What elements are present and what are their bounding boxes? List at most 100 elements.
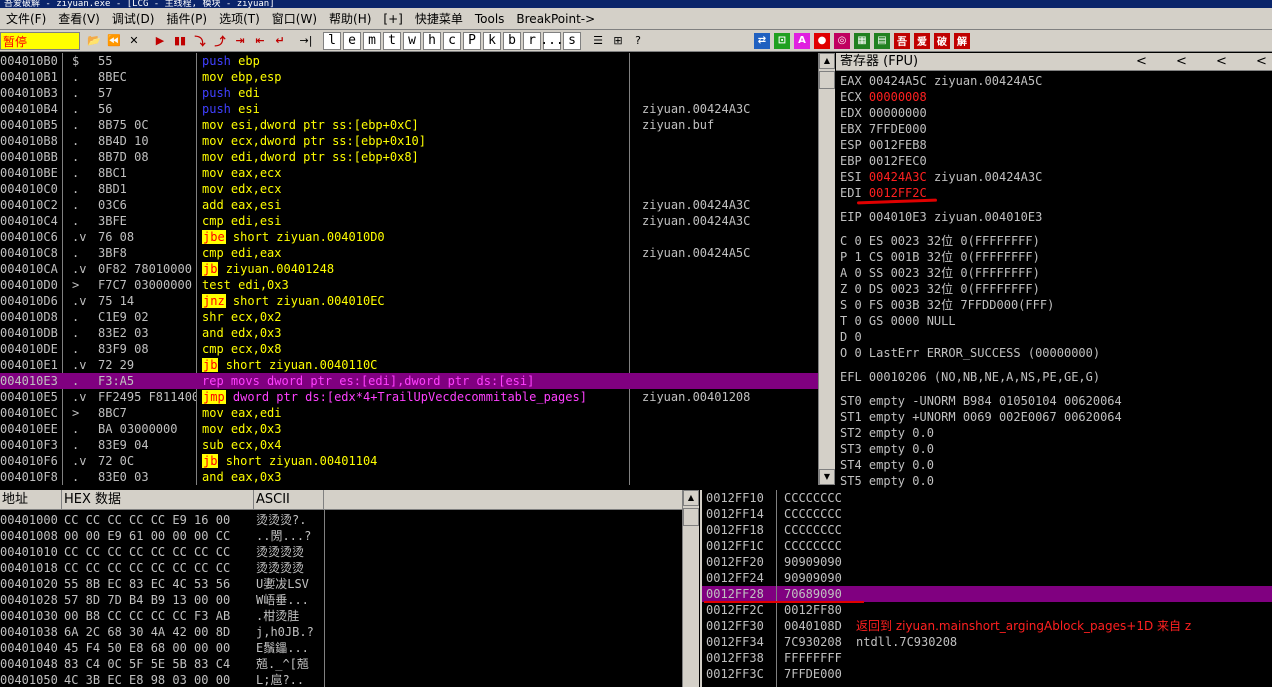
fpu-register-row[interactable]: ST4 empty 0.0	[840, 457, 934, 473]
stack-row[interactable]: 0012FF28 70689090	[702, 586, 1272, 602]
pause-icon[interactable]: ▮▮	[171, 31, 189, 50]
dump-col-hex[interactable]: HEX 数据	[62, 490, 254, 510]
hex-dump-pane[interactable]: 地址 HEX 数据 ASCII 00401000 CC CC CC CC CC E…	[0, 490, 698, 687]
scroll-up-icon[interactable]: ▲	[683, 490, 699, 506]
register-eax[interactable]: EAX 00424A5C ziyuan.00424A5C	[840, 73, 1042, 89]
register-value[interactable]: 0012FF2C	[869, 186, 927, 200]
dump-row[interactable]: 00401020 55 8B EC 83 EC 4C 53 56 U嬱冹LSV	[0, 576, 690, 592]
chevron-left-icon[interactable]: <	[1216, 53, 1227, 71]
register-value[interactable]: 00000008	[869, 90, 927, 104]
options-icon[interactable]: ⊞	[609, 31, 627, 50]
register-ecx[interactable]: ECX 00000008	[840, 89, 927, 105]
disasm-row[interactable]: 004010E3. F3:A5 rep movs dword ptr es:[edi…	[0, 373, 818, 389]
fpu-register-row[interactable]: ST1 empty +UNORM 0069 002E0067 00620064	[840, 409, 1122, 425]
jie-icon[interactable]: 解	[953, 31, 971, 50]
rewind-icon[interactable]: ⏪	[105, 31, 123, 50]
disasm-row[interactable]: 004010DE. 83F9 08 cmp ecx,0x8	[0, 341, 818, 357]
register-value[interactable]: 00424A3C	[869, 170, 927, 184]
modules-window-button[interactable]: e	[343, 31, 361, 50]
menu-view[interactable]: 查看(V)	[52, 10, 106, 27]
disasm-row[interactable]: 004010E1 .v 72 29 jb short ziyuan.0040110C	[0, 357, 818, 373]
disasm-row[interactable]: 004010C6 .v 76 08 jbe short ziyuan.004010D0	[0, 229, 818, 245]
run-trace-window-button[interactable]: ...	[540, 31, 564, 50]
stack-row[interactable]: 0012FF1C CCCCCCCC	[702, 538, 1272, 554]
dump-col-ascii[interactable]: ASCII	[254, 490, 324, 510]
register-esi[interactable]: ESI 00424A3C ziyuan.00424A3C	[840, 169, 1042, 185]
plugin-icon[interactable]: ⊡	[773, 31, 791, 50]
menu-quick[interactable]: 快捷菜单	[409, 10, 469, 27]
registers-pane[interactable]: 寄存器 (FPU) < < < < EAX 00424A5C ziyuan.00…	[836, 53, 1272, 488]
fpu-register-row[interactable]: ST5 empty 0.0	[840, 473, 934, 488]
dump-row[interactable]: 00401010 CC CC CC CC CC CC CC CC 烫烫烫烫	[0, 544, 690, 560]
log-window-button[interactable]: l	[323, 31, 341, 50]
disasm-row[interactable]: 004010B3. 57 push edi	[0, 85, 818, 101]
dump-row[interactable]: 00401028 57 8D 7D B4 B9 13 00 00 W峿垂...	[0, 592, 690, 608]
dump-row[interactable]: 00401038 6A 2C 68 30 4A 42 00 8D j,h0JB.?	[0, 624, 690, 640]
menu-window[interactable]: 窗口(W)	[266, 10, 323, 27]
disasm-row[interactable]: 004010B5. 8B75 0C mov esi,dword ptr ss:[eb…	[0, 117, 818, 133]
register-eip[interactable]: EIP 004010E3 ziyuan.004010E3	[840, 209, 1042, 225]
disasm-row[interactable]: 004010B4. 56 push esi ziyuan.00424A3C	[0, 101, 818, 117]
scroll-thumb[interactable]	[819, 71, 835, 89]
source-window-button[interactable]: s	[563, 31, 581, 50]
a-icon[interactable]: A	[793, 31, 811, 50]
stack-row[interactable]: 0012FF10 CCCCCCCC	[702, 490, 1272, 506]
stack-row[interactable]: 0012FF30 0040108D 返回到 ziyuan.mainshort_arg…	[702, 618, 1272, 634]
dump-row[interactable]: 00401008 00 00 E9 61 00 00 00 CC ..閍...?	[0, 528, 690, 544]
windows-window-button[interactable]: w	[403, 31, 421, 50]
record-icon[interactable]: ●	[813, 31, 831, 50]
threads-window-button[interactable]: t	[383, 31, 401, 50]
dump-row[interactable]: 00401018 CC CC CC CC CC CC CC CC 烫烫烫烫	[0, 560, 690, 576]
flag-segment-row[interactable]: S 0 FS 003B 32位 7FFDD000(FFF)	[840, 297, 1054, 313]
target-icon[interactable]: ◎	[833, 31, 851, 50]
stack-row[interactable]: 0012FF18 CCCCCCCC	[702, 522, 1272, 538]
disasm-row[interactable]: 004010B8. 8B4D 10 mov ecx,dword ptr ss:[eb…	[0, 133, 818, 149]
menu-breakpoint[interactable]: BreakPoint->	[510, 12, 601, 26]
stack-row[interactable]: 0012FF24 90909090	[702, 570, 1272, 586]
trace-into-icon[interactable]: ⇥	[231, 31, 249, 50]
chevron-left-icon[interactable]: <	[1176, 53, 1187, 71]
stack-row[interactable]: 0012FF20 90909090	[702, 554, 1272, 570]
dump-row[interactable]: 00401050 4C 3B EC E8 98 03 00 00 L;扈?..	[0, 672, 690, 687]
scroll-up-icon[interactable]: ▲	[819, 53, 835, 69]
dump-row[interactable]: 00401000 CC CC CC CC CC E9 16 00 烫烫烫?.	[0, 512, 690, 528]
register-edx[interactable]: EDX 00000000	[840, 105, 927, 121]
eflags-row[interactable]: EFL 00010206 (NO,NB,NE,A,NS,PE,GE,G)	[840, 369, 1100, 385]
ai-icon[interactable]: 爱	[913, 31, 931, 50]
grid-icon[interactable]: ▦	[853, 31, 871, 50]
flag-segment-row[interactable]: C 0 ES 0023 32位 0(FFFFFFFF)	[840, 233, 1040, 249]
close-icon[interactable]: ✕	[125, 31, 143, 50]
disasm-row[interactable]: 004010C2. 03C6 add eax,esi ziyuan.00424A3C	[0, 197, 818, 213]
fpu-register-row[interactable]: ST0 empty -UNORM B984 01050104 00620064	[840, 393, 1122, 409]
references-window-button[interactable]: r	[523, 31, 541, 50]
disasm-row[interactable]: 004010B0 $55 push ebp	[0, 53, 818, 69]
disasm-row[interactable]: 004010DB. 83E2 03 and edx,0x3	[0, 325, 818, 341]
flag-segment-row[interactable]: T 0 GS 0000 NULL	[840, 313, 956, 329]
flag-segment-row[interactable]: O 0 LastErr ERROR_SUCCESS (00000000)	[840, 345, 1100, 361]
disassembly-pane[interactable]: 004010B0 $55 push ebp 004010B1. 8BEC mov ebp,…	[0, 53, 818, 485]
disasm-row[interactable]: 004010D6 .v 75 14 jnz short ziyuan.004010EC	[0, 293, 818, 309]
disasm-row[interactable]: 004010C8. 3BF8 cmp edi,eax ziyuan.00424A5C	[0, 245, 818, 261]
register-value[interactable]: 7FFDE000	[869, 122, 927, 136]
stack-row[interactable]: 0012FF38 FFFFFFFF	[702, 650, 1272, 666]
fpu-register-row[interactable]: ST3 empty 0.0	[840, 441, 934, 457]
flag-segment-row[interactable]: P 1 CS 001B 32位 0(FFFFFFFF)	[840, 249, 1040, 265]
register-value[interactable]: 0012FEB8	[869, 138, 927, 152]
disasm-row[interactable]: 004010B1. 8BEC mov ebp,esp	[0, 69, 818, 85]
disasm-row[interactable]: 004010D8. C1E9 02 shr ecx,0x2	[0, 309, 818, 325]
scroll-thumb[interactable]	[683, 508, 699, 526]
menu-tools[interactable]: Tools	[469, 12, 511, 26]
stack-row[interactable]: 0012FF3C 7FFDE000	[702, 666, 1272, 682]
register-ebp[interactable]: EBP 0012FEC0	[840, 153, 927, 169]
register-ebx[interactable]: EBX 7FFDE000	[840, 121, 927, 137]
open-icon[interactable]: 📂	[85, 31, 103, 50]
register-value[interactable]: 00000000	[869, 106, 927, 120]
memory-window-button[interactable]: m	[363, 31, 381, 50]
dump-scrollbar[interactable]: ▲	[682, 490, 699, 687]
dump-row[interactable]: 00401030 00 B8 CC CC CC CC F3 AB .柑烫胿	[0, 608, 690, 624]
po-icon[interactable]: 破	[933, 31, 951, 50]
disasm-row[interactable]: 004010EE. BA 03000000 mov edx,0x3	[0, 421, 818, 437]
dump-col-address[interactable]: 地址	[0, 490, 62, 510]
menu-extra[interactable]: [+]	[377, 12, 408, 26]
register-value[interactable]: 0012FEC0	[869, 154, 927, 168]
